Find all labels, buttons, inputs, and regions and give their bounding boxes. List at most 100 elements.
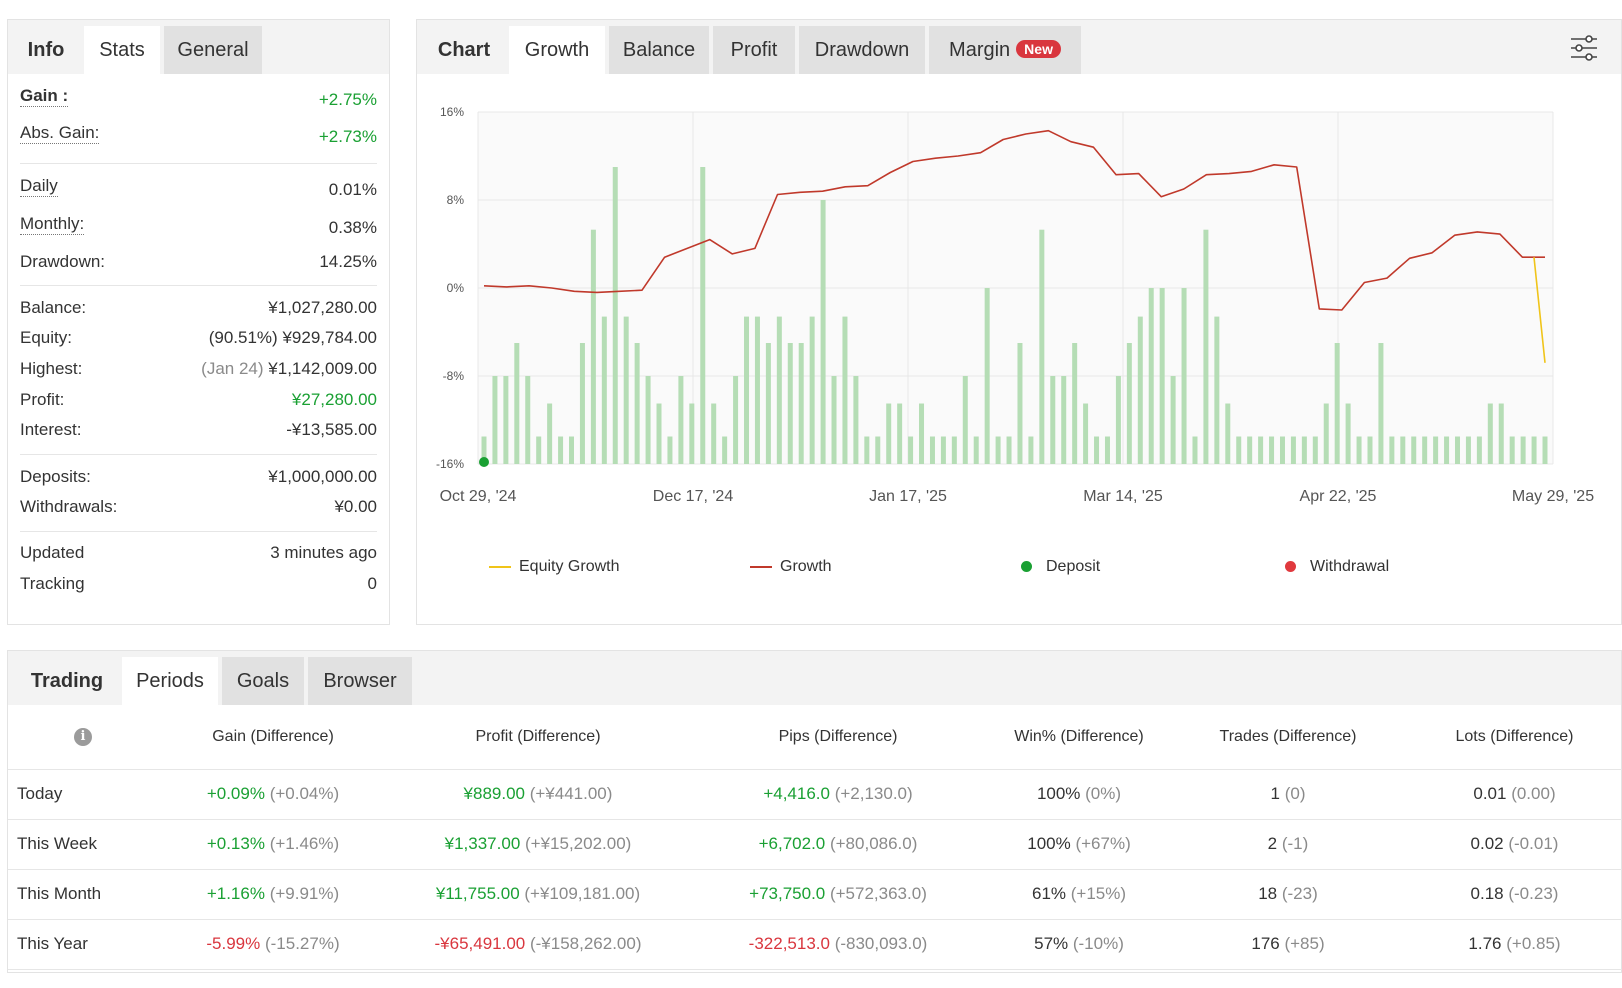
table-cell: 18 (-23) [1170, 869, 1406, 920]
cell-difference: (+67%) [1070, 834, 1131, 853]
bar [634, 343, 640, 464]
cell-value: 100% [1036, 784, 1081, 803]
bar [1159, 288, 1165, 464]
bar [579, 343, 585, 464]
withdrawals-value: ¥0.00 [334, 497, 377, 516]
cell-difference: (+¥109,181.00) [519, 884, 641, 903]
info-icon[interactable]: i [74, 728, 92, 747]
table-cell: ¥11,755.00 (+¥109,181.00) [388, 869, 688, 920]
bar [612, 167, 618, 464]
abs-gain-row: Abs. Gain: +2.73% [20, 123, 377, 153]
tab-general[interactable]: General [164, 26, 262, 74]
tab-growth[interactable]: Growth [509, 26, 605, 74]
table-cell: +1.16% (+9.91%) [158, 869, 388, 920]
bar [995, 436, 1001, 464]
y-tick-label: -8% [443, 369, 465, 383]
tab-info[interactable]: Info [14, 26, 78, 74]
table-cell: 57% (-10%) [988, 919, 1170, 970]
bar [1137, 316, 1143, 464]
highest-value: (Jan 24) ¥1,142,009.00 [201, 359, 377, 379]
daily-label[interactable]: Daily [20, 176, 58, 197]
bar [492, 376, 498, 464]
bar [1356, 436, 1362, 464]
bar [984, 288, 990, 464]
legend-label: Equity Growth [519, 558, 620, 575]
tab-stats[interactable]: Stats [84, 26, 160, 74]
chart-panel: Chart Growth Balance Profit Drawdown Mar… [416, 19, 1622, 625]
x-tick-label: Jan 17, '25 [869, 488, 947, 505]
highest-row: Highest: (Jan 24) ¥1,142,009.00 [20, 359, 377, 389]
info-tabbar: Info Stats General [8, 20, 389, 74]
chart-tabbar: Chart Growth Balance Profit Drawdown Mar… [417, 20, 1621, 74]
cell-value: -322,513.0 [748, 934, 830, 953]
bar [1400, 436, 1406, 464]
cell-difference: (+85) [1279, 934, 1325, 953]
bar [1279, 436, 1285, 464]
period-label: This Month [8, 869, 158, 920]
legend-item[interactable]: Growth [750, 558, 832, 578]
cell-value: +73,750.0 [749, 884, 826, 903]
legend-item[interactable]: Equity Growth [489, 558, 619, 578]
x-tick-label: Apr 22, '25 [1300, 488, 1377, 505]
cell-difference: (0) [1279, 784, 1306, 803]
bar [733, 376, 739, 464]
interest-row: Interest: -¥13,585.00 [20, 420, 377, 450]
legend-item[interactable]: Deposit [1015, 558, 1100, 578]
bar [820, 200, 826, 464]
gain-label[interactable]: Gain : [20, 86, 69, 107]
abs-gain-label[interactable]: Abs. Gain: [20, 123, 100, 144]
bar [1411, 436, 1417, 464]
tab-margin[interactable]: Margin New [929, 26, 1081, 74]
tab-periods[interactable]: Periods [122, 657, 218, 705]
bar [754, 316, 760, 464]
tab-trading[interactable]: Trading [14, 657, 120, 705]
cell-difference: (-23) [1277, 884, 1318, 903]
drawdown-row: Drawdown: 14.25% [20, 252, 377, 282]
interest-label: Interest: [20, 420, 82, 439]
monthly-row: Monthly: 0.38% [20, 214, 377, 244]
cell-difference: (-15.27%) [260, 934, 340, 953]
tab-chart[interactable]: Chart [423, 26, 505, 74]
bar [919, 403, 925, 464]
cell-value: +6,702.0 [758, 834, 826, 853]
periods-table: i Gain (Difference) Profit (Difference) … [8, 705, 1622, 970]
bar [962, 376, 968, 464]
cell-difference: (+9.91%) [264, 884, 340, 903]
table-row: This Year -5.99% (-15.27%) -¥65,491.00 (-¥… [8, 919, 1622, 970]
table-cell: -¥65,491.00 (-¥158,262.00) [388, 919, 688, 970]
bar [1323, 403, 1329, 464]
cell-difference: (-¥158,262.00) [525, 934, 642, 953]
bar [798, 343, 804, 464]
tab-drawdown[interactable]: Drawdown [799, 26, 925, 74]
bar [503, 376, 509, 464]
column-header: Pips (Difference) [688, 705, 988, 770]
cell-difference: (+2,130.0) [829, 784, 913, 803]
bar [1072, 343, 1078, 464]
trading-panel: Trading Periods Goals Browser i Gain (Di… [7, 650, 1622, 973]
bar [1520, 436, 1526, 464]
tab-goals[interactable]: Goals [222, 657, 304, 705]
cell-value: 100% [1027, 834, 1071, 853]
y-axis: 16% 8% 0% -8% -16% [436, 105, 464, 471]
monthly-label[interactable]: Monthly: [20, 214, 85, 235]
bar [1214, 316, 1220, 464]
legend-item[interactable]: Withdrawal [1279, 558, 1389, 578]
cell-difference: (-0.23) [1503, 884, 1559, 903]
monthly-value: 0.38% [328, 218, 377, 237]
bar [1039, 229, 1045, 464]
updated-label: Updated [20, 543, 85, 562]
bar [525, 376, 531, 464]
tab-profit[interactable]: Profit [713, 26, 795, 74]
gain-value: +2.75% [318, 90, 377, 109]
bar [1301, 436, 1307, 464]
new-badge: New [1016, 40, 1061, 58]
bar [809, 316, 815, 464]
bar [1258, 436, 1264, 464]
bar [1433, 436, 1439, 464]
tab-browser[interactable]: Browser [308, 657, 412, 705]
bar [1170, 376, 1176, 464]
tab-balance[interactable]: Balance [609, 26, 709, 74]
sliders-icon[interactable] [1569, 34, 1599, 62]
cell-difference: (+15%) [1066, 884, 1127, 903]
bar [1422, 436, 1428, 464]
